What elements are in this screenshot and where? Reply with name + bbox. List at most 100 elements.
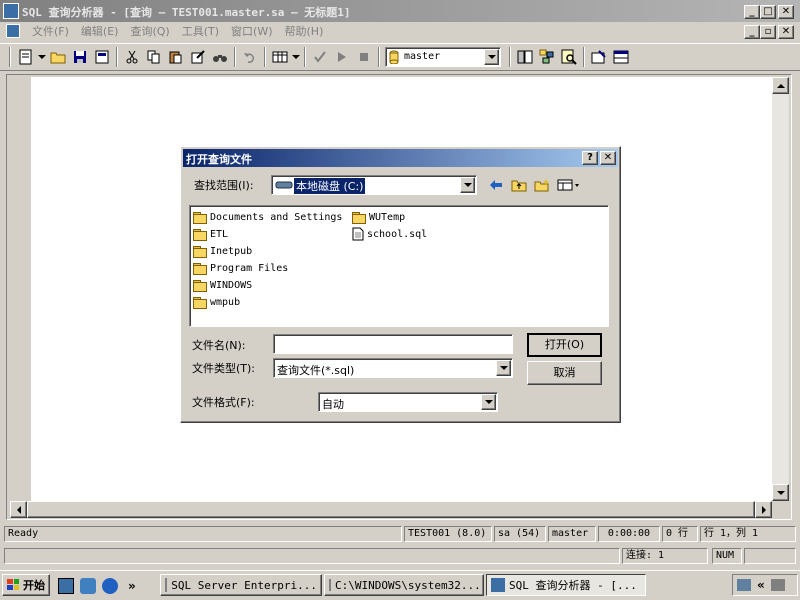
scroll-left-button[interactable] (10, 501, 27, 518)
task-label: SQL Server Enterpri... (171, 578, 317, 592)
vertical-scrollbar[interactable] (772, 77, 789, 501)
filetype-dropdown-arrow-icon[interactable] (496, 360, 511, 376)
menu-tools[interactable]: 工具(T) (176, 23, 225, 41)
file-list[interactable]: Documents and Settings ETL Inetpub Progr… (189, 205, 609, 327)
tray-overflow[interactable]: « (757, 578, 765, 592)
list-item[interactable]: ETL (193, 226, 228, 242)
new-folder-icon[interactable] (531, 174, 553, 196)
list-item[interactable]: Inetpub (193, 243, 252, 259)
dropdown-arrow-icon[interactable] (291, 46, 301, 68)
file-name: Program Files (210, 262, 289, 274)
find-icon[interactable] (209, 46, 231, 68)
volume-icon[interactable] (770, 579, 785, 591)
filename-input[interactable] (273, 334, 513, 354)
new-query-icon[interactable] (15, 46, 37, 68)
scroll-up-button[interactable] (772, 77, 789, 94)
status-row-count: 0 行 (662, 526, 698, 542)
cancel-button[interactable]: 取消 (527, 361, 602, 385)
menu-window[interactable]: 窗口(W) (225, 23, 278, 41)
list-item[interactable]: WINDOWS (193, 277, 252, 293)
list-item[interactable]: Program Files (193, 260, 288, 276)
show-desktop-icon[interactable] (58, 578, 74, 594)
clear-window-icon[interactable] (187, 46, 209, 68)
look-in-label: 查找范围(I): (194, 179, 254, 192)
dialog-close-button[interactable]: ✕ (600, 151, 616, 165)
menu-bar: 文件(F) 编辑(E) 查询(Q) 工具(T) 窗口(W) 帮助(H) _ ▫ … (0, 22, 800, 42)
internet-explorer-icon[interactable] (102, 578, 118, 594)
back-arrow-icon[interactable] (485, 174, 507, 196)
start-button[interactable]: 开始 (2, 574, 50, 596)
menu-file[interactable]: 文件(F) (26, 23, 75, 41)
show-execution-plan-icon[interactable] (558, 46, 580, 68)
list-item[interactable]: WUTemp (352, 209, 405, 225)
mdi-doc-icon[interactable] (6, 24, 20, 38)
parse-check-icon[interactable] (309, 46, 331, 68)
mdi-restore-button[interactable]: ▫ (760, 25, 776, 39)
folder-icon (193, 262, 207, 275)
toolbar-separator (378, 47, 380, 67)
status-num-lock: NUM (712, 548, 742, 564)
help-button[interactable]: ? (582, 151, 598, 165)
system-tray: « (732, 574, 798, 596)
task-label: C:\WINDOWS\system32... (335, 578, 481, 592)
cut-icon[interactable] (121, 46, 143, 68)
properties-icon[interactable] (588, 46, 610, 68)
view-menu-icon[interactable] (555, 174, 583, 196)
format-select[interactable]: 自动 (318, 392, 498, 412)
mdi-minimize-button[interactable]: _ (744, 25, 760, 39)
open-folder-icon[interactable] (47, 46, 69, 68)
dialog-title-bar: 打开查询文件 ? ✕ (183, 149, 618, 167)
save-icon[interactable] (69, 46, 91, 68)
results-grid-icon[interactable] (269, 46, 291, 68)
enterprise-manager-icon (165, 578, 168, 592)
quick-launch-overflow[interactable]: » (128, 579, 136, 593)
filetype-label: 文件类型(T): (192, 362, 256, 375)
format-dropdown-arrow-icon[interactable] (481, 394, 496, 410)
undo-icon[interactable] (239, 46, 261, 68)
toolbar-separator (583, 47, 585, 67)
list-item[interactable]: wmpub (193, 294, 240, 310)
object-browser-icon[interactable] (514, 46, 536, 68)
results-pane-icon[interactable] (610, 46, 632, 68)
file-name: school.sql (367, 228, 428, 240)
horizontal-scrollbar[interactable] (10, 501, 772, 518)
scroll-thumb[interactable] (27, 501, 755, 518)
task-query-analyzer[interactable]: SQL 查询分析器 - [... (486, 574, 646, 596)
query-analyzer-icon (491, 578, 505, 592)
scroll-right-button[interactable] (755, 501, 772, 518)
database-select[interactable]: master (385, 47, 501, 67)
mdi-close-button[interactable]: ✕ (778, 25, 794, 39)
object-search-icon[interactable] (536, 46, 558, 68)
up-folder-icon[interactable] (508, 174, 530, 196)
open-button[interactable]: 打开(O) (527, 333, 602, 357)
copy-icon[interactable] (143, 46, 165, 68)
file-name: Documents and Settings (210, 211, 343, 223)
look-in-select[interactable]: 本地磁盘 (C:) (271, 175, 477, 195)
menu-help[interactable]: 帮助(H) (279, 23, 330, 41)
execute-play-icon[interactable] (331, 46, 353, 68)
query-editor[interactable] (10, 77, 32, 501)
network-icon[interactable] (737, 579, 751, 591)
scroll-down-button[interactable] (772, 484, 789, 501)
dropdown-arrow-icon[interactable] (37, 46, 47, 68)
close-button[interactable]: ✕ (778, 5, 794, 19)
filetype-select[interactable]: 查询文件(*.sql) (273, 358, 513, 378)
paste-icon[interactable] (165, 46, 187, 68)
task-command-prompt[interactable]: C:\WINDOWS\system32... (324, 574, 484, 596)
explorer-icon[interactable] (80, 578, 96, 594)
menu-query[interactable]: 查询(Q) (124, 23, 175, 41)
insert-template-icon[interactable] (91, 46, 113, 68)
minimize-button[interactable]: _ (744, 5, 760, 19)
list-item[interactable]: school.sql (352, 226, 427, 242)
look-in-dropdown-arrow-icon[interactable] (460, 177, 475, 193)
list-item[interactable]: Documents and Settings (193, 209, 342, 225)
format-label: 文件格式(F): (192, 396, 255, 409)
database-icon (389, 50, 399, 64)
menu-edit[interactable]: 编辑(E) (75, 23, 125, 41)
stop-icon[interactable] (353, 46, 375, 68)
maximize-button[interactable]: □ (760, 5, 776, 19)
task-enterprise-manager[interactable]: SQL Server Enterpri... (160, 574, 322, 596)
database-dropdown-arrow-icon[interactable] (484, 49, 499, 65)
drive-icon (275, 181, 293, 189)
status-ready: Ready (4, 526, 402, 542)
